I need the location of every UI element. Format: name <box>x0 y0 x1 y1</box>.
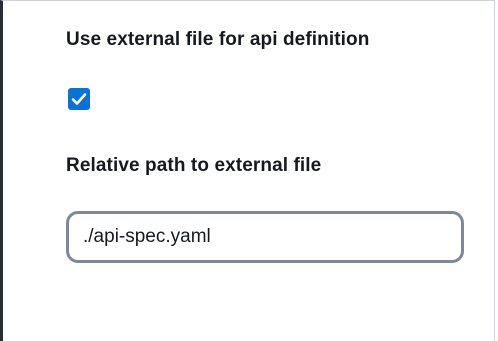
relative-path-label: Relative path to external file <box>66 155 322 176</box>
use-external-file-label: Use external file for api definition <box>66 29 370 50</box>
use-external-file-checkbox[interactable] <box>68 88 90 110</box>
checkmark-icon <box>71 93 87 105</box>
relative-path-input[interactable] <box>66 211 464 263</box>
settings-panel: Use external file for api definition Rel… <box>0 0 495 341</box>
